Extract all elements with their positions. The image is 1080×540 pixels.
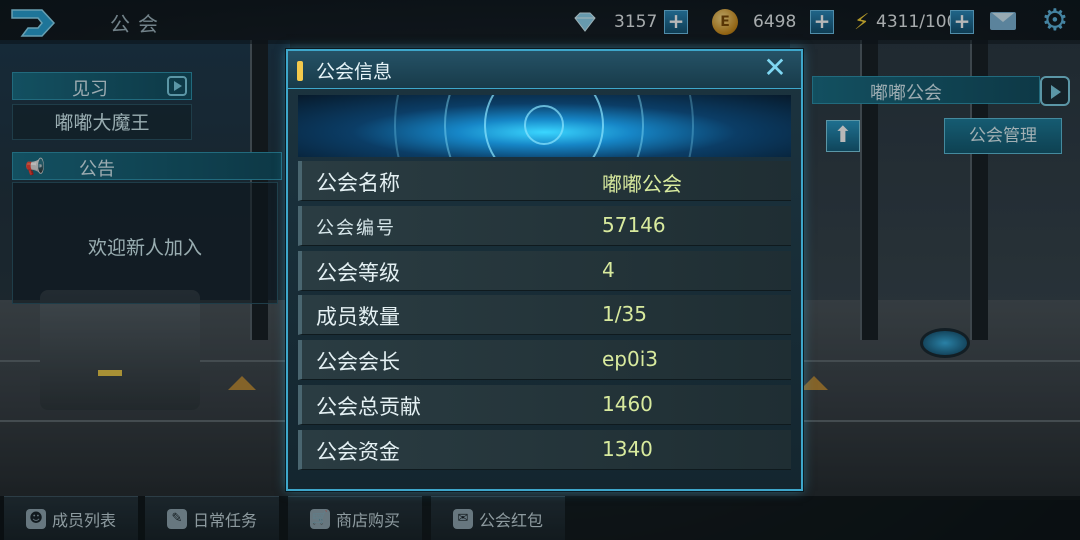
info-label: 公会等级: [316, 260, 400, 285]
info-label: 公会会长: [316, 350, 400, 375]
info-value: ep0i3: [602, 347, 659, 372]
info-row-guild-id: 公会编号 57146: [298, 205, 791, 246]
info-value: 57146: [602, 212, 666, 237]
guild-info-list: 公会名称 嘟嘟公会 公会编号 57146 公会等级 4 成员数量 1/35 公会…: [298, 161, 791, 475]
info-label: 公会资金: [316, 439, 400, 464]
dialog-title: 公会信息: [316, 61, 393, 83]
info-row-total-contribution: 公会总贡献 1460: [298, 384, 791, 425]
info-value: 嘟嘟公会: [602, 172, 682, 196]
info-row-guild-funds: 公会资金 1340: [298, 429, 791, 470]
dialog-header: 公会信息 ✕: [288, 51, 801, 89]
info-row-member-count: 成员数量 1/35: [298, 295, 791, 336]
info-value: 1460: [602, 391, 653, 416]
info-label: 公会总贡献: [316, 394, 421, 419]
info-value: 1/35: [602, 302, 647, 327]
info-label: 公会名称: [316, 171, 400, 195]
info-value: 1340: [602, 436, 653, 461]
title-accent-bar: [297, 61, 303, 81]
info-label: 成员数量: [316, 305, 400, 330]
close-icon[interactable]: ✕: [761, 54, 789, 83]
info-row-guild-level: 公会等级 4: [298, 250, 791, 291]
info-row-guild-name: 公会名称 嘟嘟公会: [298, 161, 791, 201]
info-row-guild-leader: 公会会长 ep0i3: [298, 340, 791, 381]
guild-banner-image: [298, 95, 791, 157]
guild-info-dialog: 公会信息 ✕ 公会名称 嘟嘟公会 公会编号 57146 公会等级 4 成员数量 …: [286, 49, 803, 491]
info-label: 公会编号: [316, 217, 396, 239]
info-value: 4: [602, 257, 615, 282]
